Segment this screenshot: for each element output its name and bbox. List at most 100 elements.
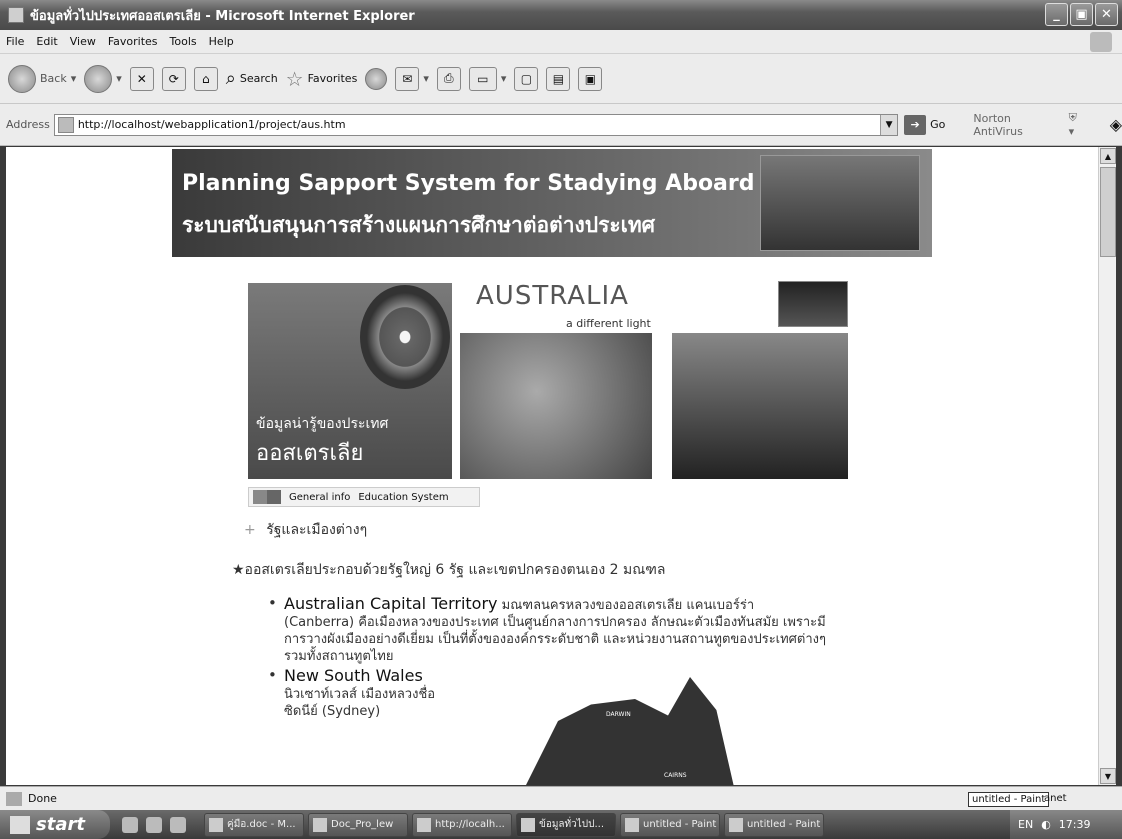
map-label-darwin: DARWIN [606,711,631,718]
edit-dropdown-icon[interactable]: ▾ [501,72,507,85]
close-button[interactable]: ✕ [1095,3,1118,26]
quick-launch-icon[interactable] [170,816,186,833]
site-banner: Planning Sapport System for Stadying Abo… [172,149,932,257]
norton-toolbar[interactable]: Norton AntiVirus ⛨ ▾ [973,111,1085,138]
paint-icon [625,817,639,832]
plus-icon: + [244,522,256,538]
status-text: Done [28,792,57,805]
quick-launch-icon[interactable] [122,816,138,833]
banner-title-en: Planning Sapport System for Stadying Abo… [182,171,755,196]
folder-icon [313,817,327,832]
norton-shield-icon[interactable]: ⛨ ▾ [1069,111,1086,138]
window-title-bar[interactable]: ข้อมูลทั่วไปประเทศออสเตรเลีย - Microsoft… [0,0,1122,30]
taskbar: start คู่มือ.doc - M... Doc_Pro_lew http… [0,810,1122,839]
search-label: Search [239,72,278,85]
quick-launch [122,816,186,833]
address-url[interactable]: http://localhost/webapplication1/project… [78,118,346,131]
start-button[interactable]: start [0,810,110,839]
taskbar-label: untitled - Paint [747,819,821,830]
info-nav-bar: General info Education System [248,487,480,507]
norton-label: Norton AntiVirus [973,111,1023,138]
system-tray: EN ◐ 17:39 [1010,810,1122,839]
scroll-thumb[interactable] [1100,167,1116,257]
mail-icon: ✉ [395,66,420,91]
tray-icon[interactable]: ◐ [1041,818,1051,831]
mail-button[interactable]: ✉ ▾ [395,66,429,91]
refresh-button[interactable]: ⟳ [161,66,186,91]
menu-view[interactable]: View [70,35,96,48]
paint-icon [729,817,743,832]
menu-help[interactable]: Help [209,35,234,48]
research-icon: ▤ [546,66,571,91]
address-bar: Address http://localhost/webapplication1… [0,104,1122,146]
section-heading-text: รัฐและเมืองต่างๆ [266,522,368,538]
edit-icon: ▭ [468,66,497,91]
back-dropdown-icon[interactable]: ▾ [71,72,77,85]
section-heading: + รัฐและเมืองต่างๆ [244,519,367,541]
language-indicator[interactable]: EN [1018,818,1033,831]
print-icon: ⎙ [436,66,461,91]
forward-dropdown-icon[interactable]: ▾ [116,72,122,85]
minimize-button[interactable]: _ [1045,3,1068,26]
favorites-button[interactable]: ☆ Favorites [286,67,358,91]
scroll-up-icon[interactable]: ▲ [1100,148,1116,164]
taskbar-button[interactable]: untitled - Paint [724,812,824,837]
australian-flag-image [778,281,848,327]
research-button[interactable]: ▤ [546,66,571,91]
menu-file[interactable]: File [6,35,24,48]
nav-chip-icon [253,490,267,504]
back-arrow-icon [8,64,36,93]
address-dropdown-icon[interactable]: ▼ [880,114,898,135]
print-button[interactable]: ⎙ [436,66,461,91]
taskbar-label: untitled - Paint [643,819,717,830]
scroll-down-icon[interactable]: ▼ [1100,768,1116,784]
ie-toolbar-icon[interactable]: ◈ [1110,115,1122,134]
stop-button[interactable]: ✕ [129,66,154,91]
taskbar-button[interactable]: untitled - Paint [620,812,720,837]
taskbar-button[interactable]: คู่มือ.doc - M... [204,812,304,837]
home-button[interactable]: ⌂ [193,66,218,91]
standard-toolbar: Back ▾ ▾ ✕ ⟳ ⌂ ⌕ Search ☆ Favorites ✉ ▾ ⎙… [0,54,1122,104]
taskbar-label: Doc_Pro_lew [331,819,394,830]
messenger-button[interactable]: ▣ [578,66,603,91]
quick-launch-icon[interactable] [146,816,162,833]
address-input[interactable]: http://localhost/webapplication1/project… [53,113,899,136]
window-title: ข้อมูลทั่วไปประเทศออสเตรเลีย - Microsoft… [30,8,415,24]
history-button[interactable] [365,67,388,90]
go-button[interactable]: ➔ Go [904,114,945,135]
search-button[interactable]: ⌕ Search [226,68,278,89]
ie-icon [521,817,535,832]
menu-tools[interactable]: Tools [170,35,197,48]
states-list: Australian Capital Territory มณฑลนครหลวง… [268,595,828,722]
forward-button[interactable]: ▾ [84,64,122,93]
menu-favorites[interactable]: Favorites [108,35,158,48]
list-item: New South Wales นิวเซาท์เวลส์ เมืองหลวงช… [268,667,448,720]
state-description: นิวเซาท์เวลส์ เมืองหลวงชื่อซิดนีย์ (Sydn… [284,687,436,719]
link-general-info[interactable]: General info [289,492,350,503]
go-arrow-icon: ➔ [904,114,927,135]
sydney-opera-house-photo [672,333,848,479]
back-button[interactable]: Back ▾ [8,64,77,93]
state-name: Australian Capital Territory [284,594,498,613]
status-bar: Done [0,786,1122,810]
menu-edit[interactable]: Edit [36,35,57,48]
taskbar-label: ข้อมูลทั่วไปป... [539,819,605,830]
taskbar-label: คู่มือ.doc - M... [227,819,296,830]
windows-flag-icon [1090,32,1112,52]
taskbar-tooltip: untitled - Paint [968,792,1050,807]
forward-arrow-icon [84,64,113,93]
address-label: Address [6,118,50,131]
link-education-system[interactable]: Education System [358,492,448,503]
taskbar-button[interactable]: http://localh... [412,812,512,837]
history-icon [365,67,388,90]
word-icon [209,817,223,832]
taskbar-button[interactable]: ข้อมูลทั่วไปป... [516,812,616,837]
clock[interactable]: 17:39 [1059,818,1091,831]
stop-icon: ✕ [129,66,154,91]
mail-dropdown-icon[interactable]: ▾ [423,72,429,85]
taskbar-button[interactable]: Doc_Pro_lew [308,812,408,837]
vertical-scrollbar[interactable]: ▲ ▼ [1098,147,1116,785]
maximize-button[interactable]: ▣ [1070,3,1093,26]
edit-button[interactable]: ▭ ▾ [468,66,507,91]
discuss-button[interactable]: ▢ [514,66,539,91]
